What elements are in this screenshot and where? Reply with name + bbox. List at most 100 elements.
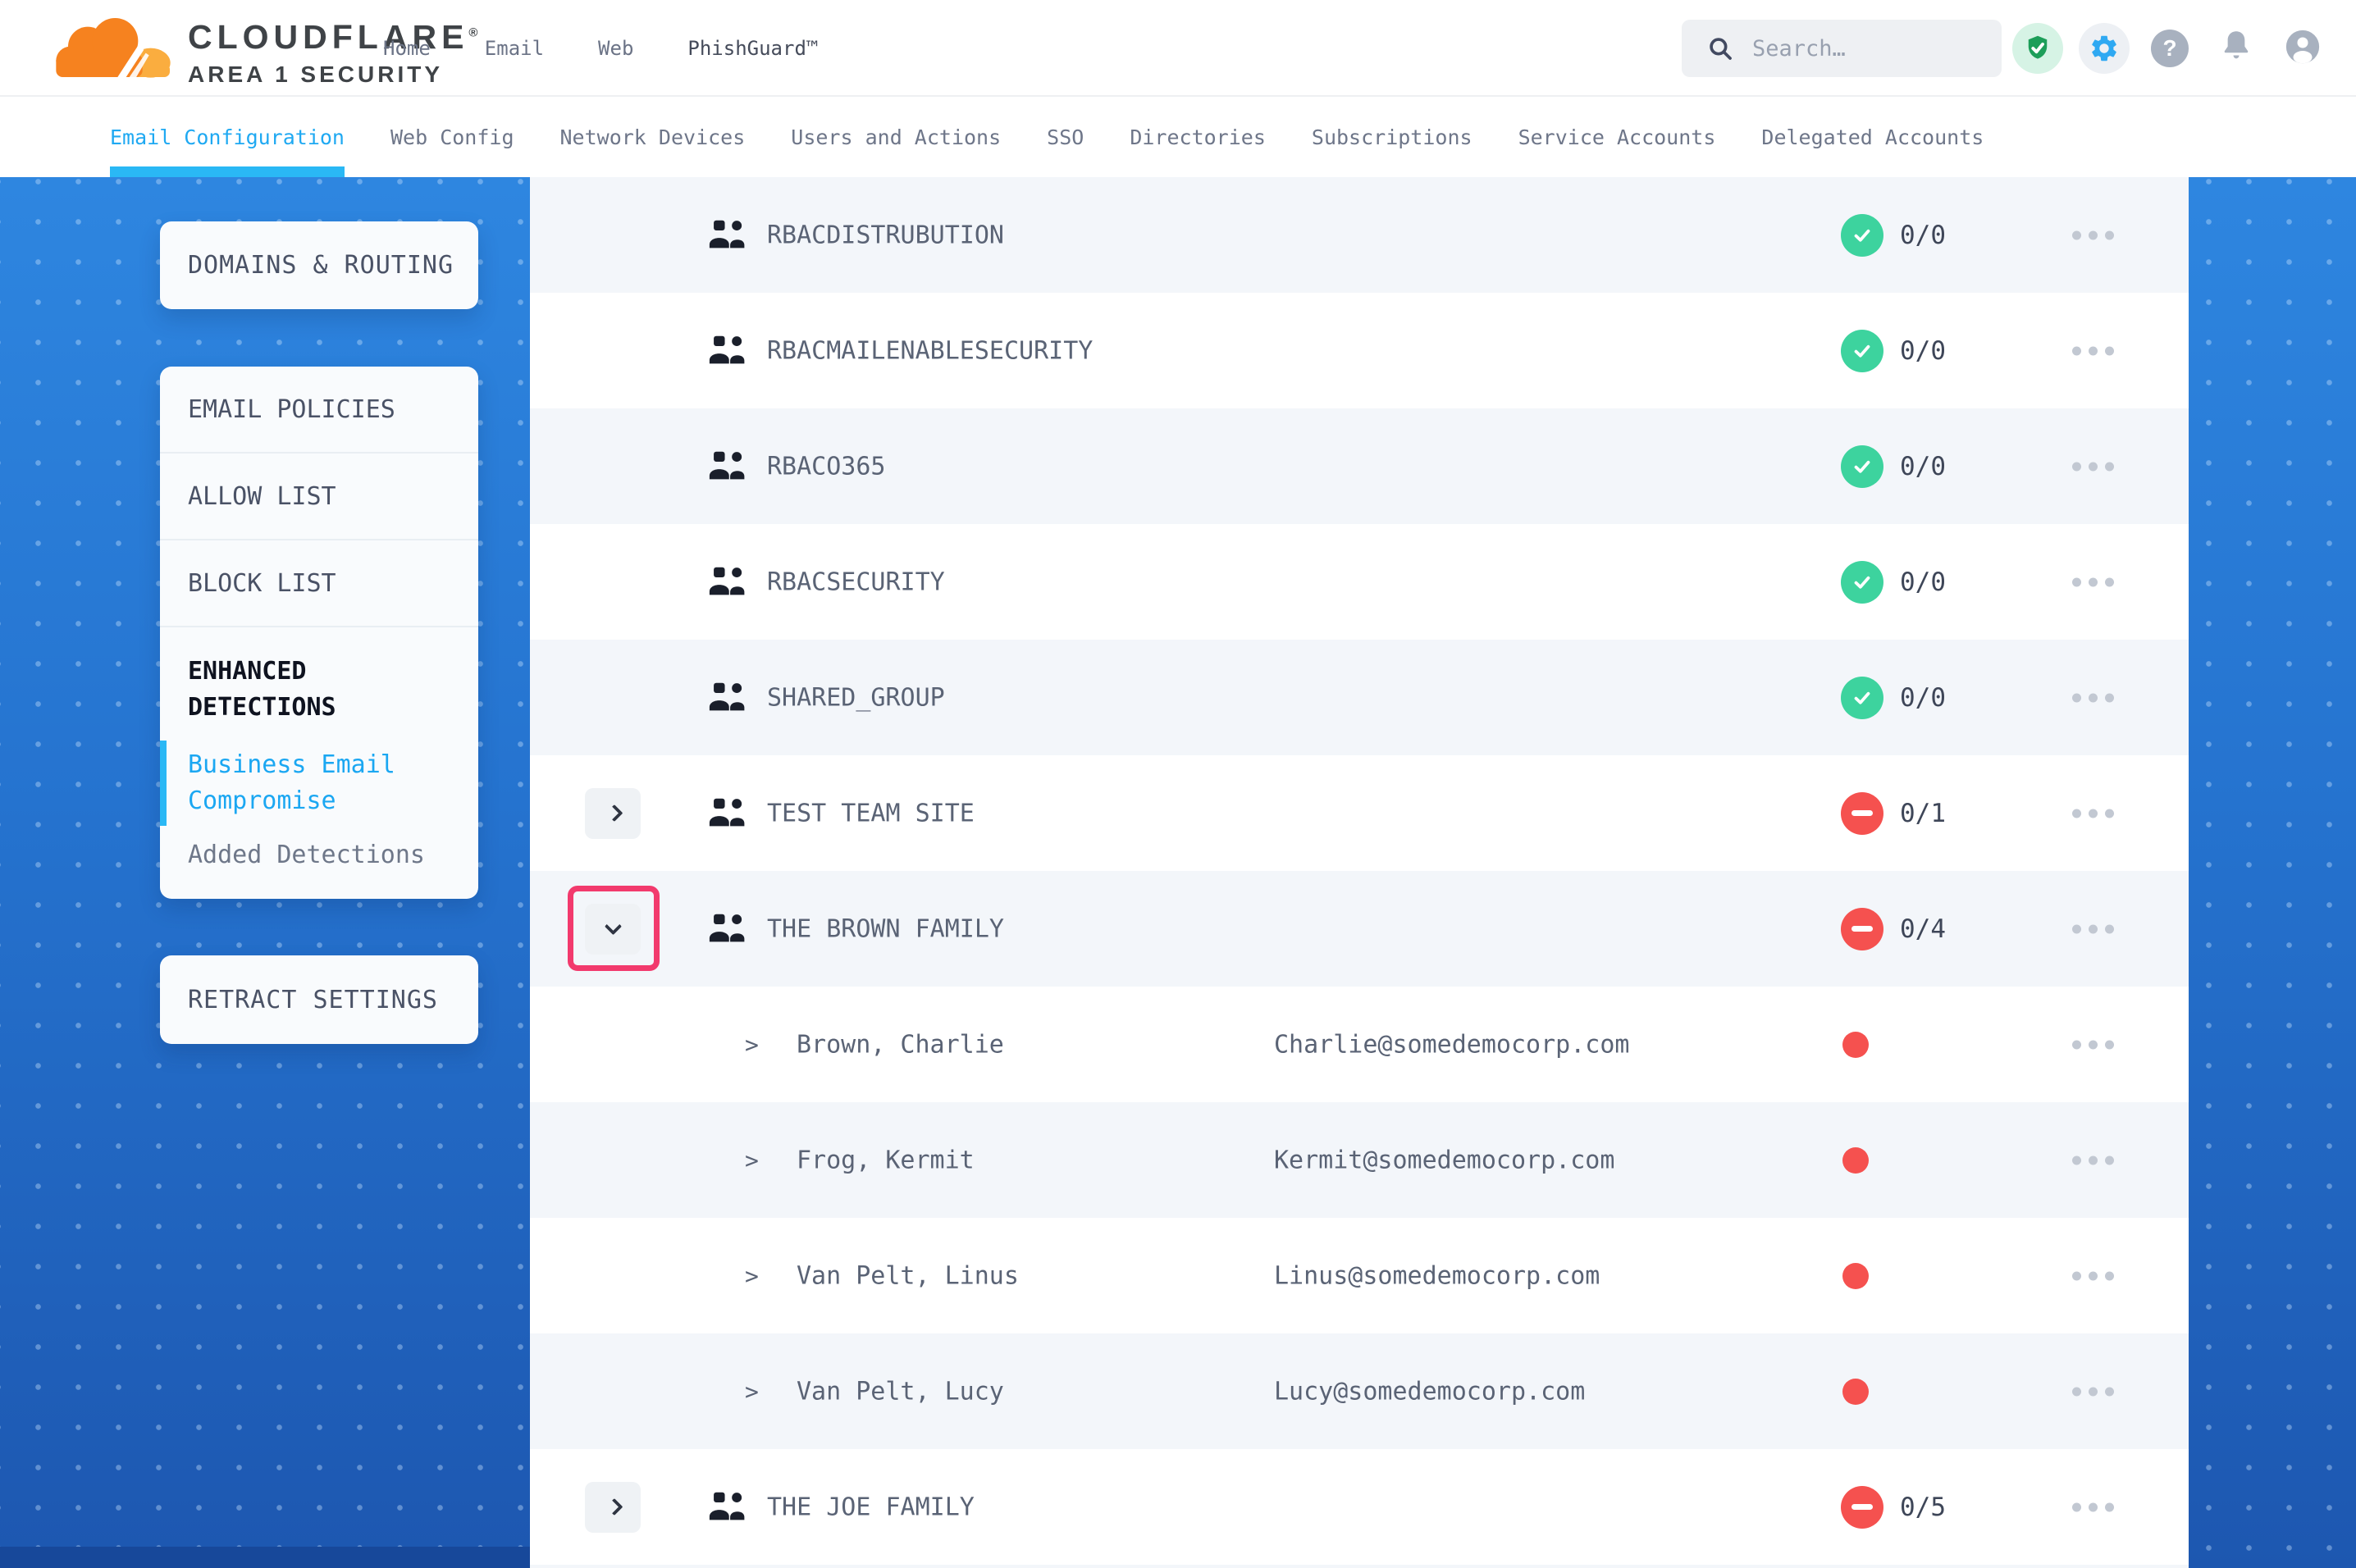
table-row-group[interactable]: TEST TEAM SITE 0/1: [530, 755, 2189, 871]
table-row-group[interactable]: RBACDISTRUBUTION 0/0: [530, 177, 2189, 293]
member-name: Frog, Kermit: [797, 1146, 975, 1174]
enhanced-detections-heading: ENHANCED DETECTIONS: [188, 654, 418, 726]
sidebar-item-retract-settings[interactable]: RETRACT SETTINGS: [160, 955, 478, 1044]
sidebar-item-domains-routing[interactable]: DOMAINS & ROUTING: [160, 221, 478, 309]
row-menu-button[interactable]: [2072, 462, 2114, 471]
tab-users-and-actions[interactable]: Users and Actions: [791, 97, 1001, 177]
check-icon: [1850, 570, 1874, 595]
chevron-right-icon[interactable]: >: [745, 1378, 759, 1405]
tab-email-configuration[interactable]: Email Configuration: [110, 97, 345, 177]
enhanced-detections-section: ENHANCED DETECTIONS Business Email Compr…: [160, 627, 478, 869]
chevron-right-icon[interactable]: >: [745, 1262, 759, 1289]
shield-check-icon: [2023, 34, 2052, 63]
sidebar-label: RETRACT SETTINGS: [188, 986, 438, 1014]
table-row-member[interactable]: > Frog, Kermit Kermit@somedemocorp.com: [530, 1102, 2189, 1218]
expand-toggle-button[interactable]: [585, 788, 641, 839]
row-menu-button[interactable]: [2072, 809, 2114, 818]
chevron-down-icon: [604, 918, 621, 935]
bell-icon: [2217, 28, 2255, 66]
tab-web-config[interactable]: Web Config: [390, 97, 514, 177]
group-icon: [707, 1489, 748, 1525]
member-count: 0/0: [1900, 336, 1946, 366]
tab-subscriptions[interactable]: Subscriptions: [1312, 97, 1472, 177]
row-menu-button[interactable]: [2072, 577, 2114, 586]
tab-sso[interactable]: SSO: [1047, 97, 1084, 177]
sidebar-item-business-email-compromise[interactable]: Business Email Compromise: [188, 747, 403, 819]
tab-delegated-accounts[interactable]: Delegated Accounts: [1761, 97, 1984, 177]
sidebar-label: EMAIL POLICIES: [188, 395, 395, 424]
group-name: RBACMAILENABLESECURITY: [767, 336, 1093, 365]
cloudflare-cloud-icon: [45, 13, 176, 89]
table-row-group[interactable]: RBACSECURITY 0/0: [530, 524, 2189, 640]
group-icon: [707, 680, 748, 716]
collapse-toggle-button[interactable]: [585, 904, 641, 955]
sidebar-item-allow-list[interactable]: ALLOW LIST: [160, 454, 478, 540]
row-menu-button[interactable]: [2072, 924, 2114, 933]
table-row-group[interactable]: RBACMAILENABLESECURITY 0/0: [530, 293, 2189, 408]
row-menu-button[interactable]: [2072, 346, 2114, 355]
group-icon: [707, 217, 748, 253]
tab-network-devices[interactable]: Network Devices: [560, 97, 746, 177]
sidebar-item-added-detections[interactable]: Added Detections: [188, 841, 454, 869]
chevron-right-icon[interactable]: >: [745, 1031, 759, 1058]
next-row-sliver: [530, 1565, 2189, 1568]
group-name: SHARED_GROUP: [767, 683, 945, 712]
status-badge-blocked: [1841, 908, 1883, 950]
table-row-member[interactable]: > Brown, Charlie Charlie@somedemocorp.co…: [530, 987, 2189, 1102]
search-box[interactable]: [1682, 20, 2002, 77]
minus-icon: [1851, 926, 1873, 932]
expand-toggle-button[interactable]: [585, 1482, 641, 1533]
section-tabbar: Email Configuration Web Config Network D…: [0, 97, 2356, 177]
table-row-group[interactable]: RBACO365 0/0: [530, 408, 2189, 524]
tab-service-accounts[interactable]: Service Accounts: [1518, 97, 1716, 177]
top-navigation: Home Email Web PhishGuard™: [383, 0, 818, 97]
security-status-button[interactable]: [2012, 23, 2063, 74]
gear-icon: [2089, 33, 2120, 64]
help-button[interactable]: ?: [2151, 30, 2189, 67]
group-name: RBACDISTRUBUTION: [767, 221, 1004, 249]
tab-directories[interactable]: Directories: [1130, 97, 1266, 177]
status-dot-blocked: [1842, 1147, 1869, 1174]
table-row-group[interactable]: THE BROWN FAMILY 0/4: [530, 871, 2189, 987]
table-row-group[interactable]: SHARED_GROUP 0/0: [530, 640, 2189, 755]
group-icon: [707, 564, 748, 600]
member-count: 0/5: [1900, 1493, 1946, 1522]
status-badge-allowed: [1841, 214, 1883, 257]
sidebar-item-email-policies[interactable]: EMAIL POLICIES: [160, 367, 478, 454]
row-menu-button[interactable]: [2072, 1502, 2114, 1511]
nav-phishguard[interactable]: PhishGuard™: [687, 37, 818, 60]
nav-email[interactable]: Email: [485, 37, 544, 60]
member-count: 0/0: [1900, 221, 1946, 250]
search-icon: [1706, 34, 1734, 62]
chevron-right-icon[interactable]: >: [745, 1146, 759, 1174]
table-row-member[interactable]: > Van Pelt, Linus Linus@somedemocorp.com: [530, 1218, 2189, 1333]
settings-button[interactable]: [2079, 23, 2130, 74]
chevron-right-icon: [605, 805, 623, 822]
chevron-right-icon: [605, 1498, 623, 1516]
status-badge-allowed: [1841, 677, 1883, 719]
status-badge-allowed: [1841, 445, 1883, 488]
notifications-button[interactable]: [2217, 28, 2255, 69]
minus-icon: [1851, 1504, 1873, 1510]
member-email: Kermit@somedemocorp.com: [1274, 1146, 1614, 1174]
status-dot-blocked: [1842, 1032, 1869, 1058]
group-name: THE JOE FAMILY: [767, 1493, 975, 1521]
group-icon: [707, 449, 748, 485]
row-menu-button[interactable]: [2072, 1155, 2114, 1165]
row-menu-button[interactable]: [2072, 1271, 2114, 1280]
sidebar-item-block-list[interactable]: BLOCK LIST: [160, 540, 478, 627]
member-name: Van Pelt, Linus: [797, 1261, 1019, 1290]
table-row-group[interactable]: THE JOE FAMILY 0/5: [530, 1449, 2189, 1565]
nav-home[interactable]: Home: [383, 37, 431, 60]
status-badge-allowed: [1841, 561, 1883, 604]
table-row-member[interactable]: > Van Pelt, Lucy Lucy@somedemocorp.com: [530, 1333, 2189, 1449]
account-button[interactable]: [2284, 28, 2322, 69]
row-menu-button[interactable]: [2072, 1040, 2114, 1049]
row-menu-button[interactable]: [2072, 230, 2114, 239]
row-menu-button[interactable]: [2072, 693, 2114, 702]
groups-table: RBACDISTRUBUTION 0/0 RBACMAILENABLESECUR…: [530, 177, 2189, 1568]
search-input[interactable]: [1752, 36, 1982, 62]
nav-web[interactable]: Web: [598, 37, 633, 60]
group-name: TEST TEAM SITE: [767, 799, 975, 827]
row-menu-button[interactable]: [2072, 1387, 2114, 1396]
